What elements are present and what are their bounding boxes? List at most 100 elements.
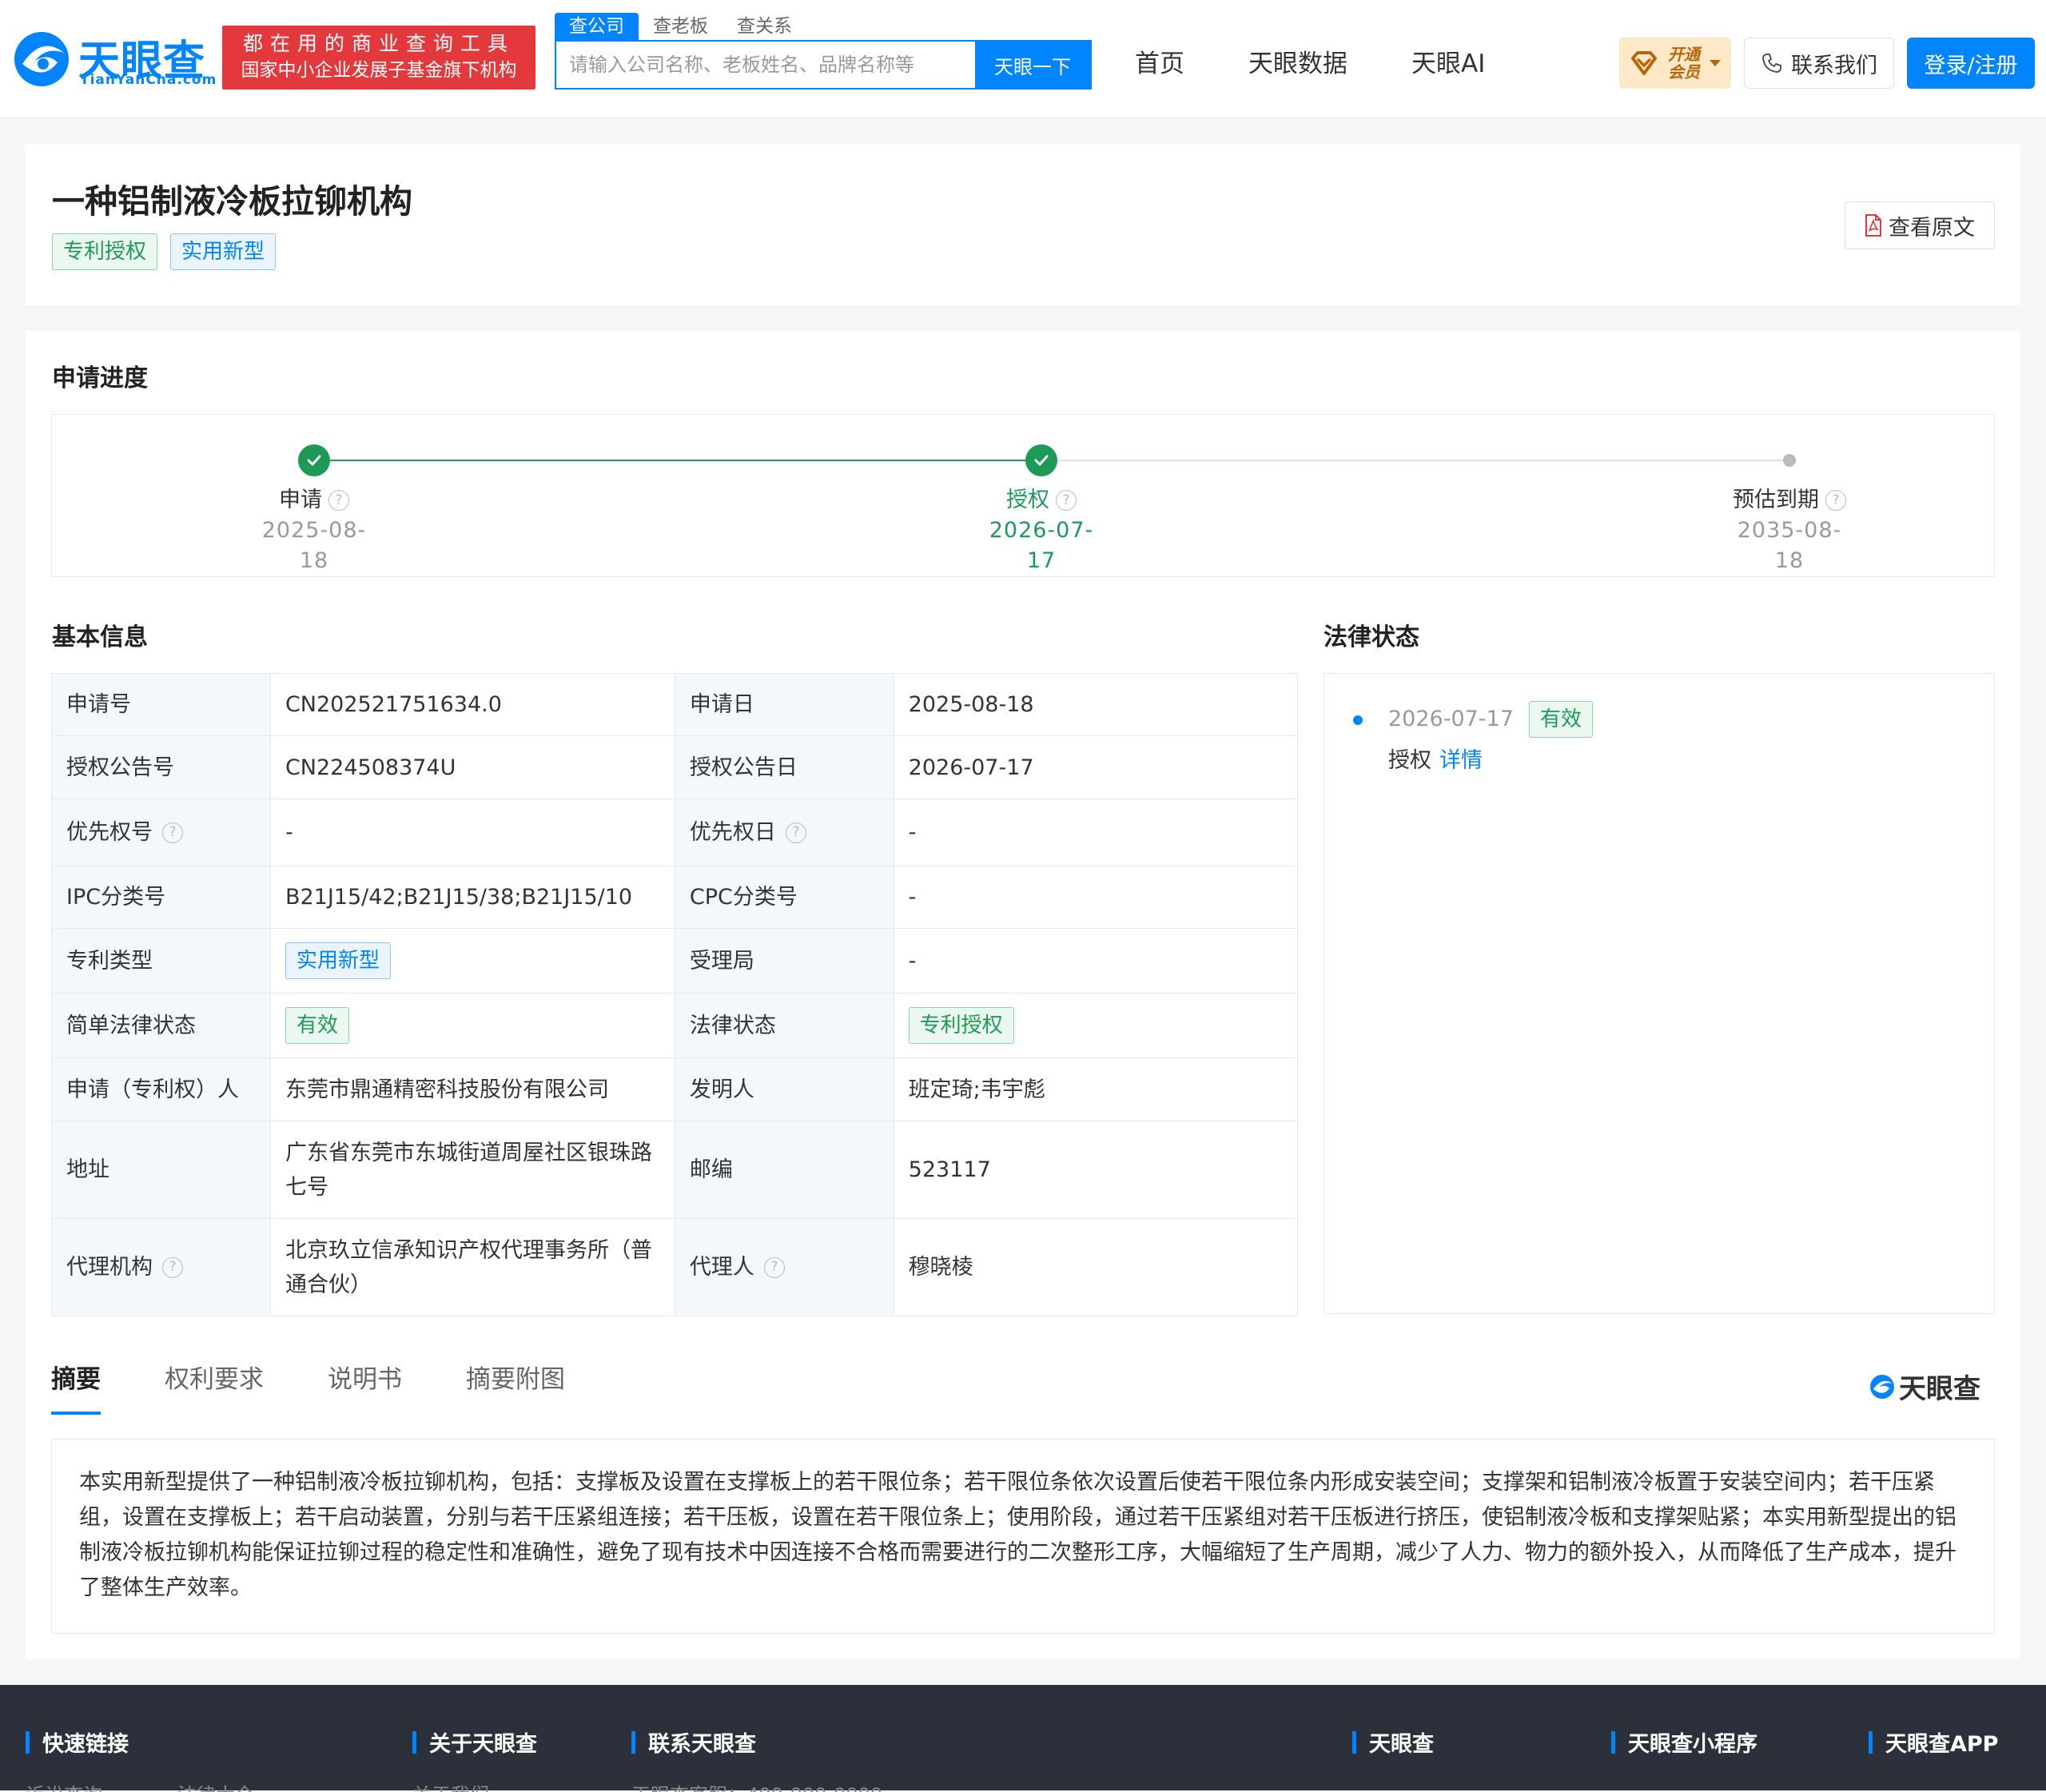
search-type-tabs: 查公司 查老板 查关系	[555, 13, 806, 40]
contact-us-button[interactable]: 联系我们	[1744, 38, 1894, 89]
tab-description[interactable]: 说明书	[328, 1362, 402, 1415]
help-icon[interactable]: ?	[162, 1256, 183, 1278]
view-original-button[interactable]: 查看原文	[1845, 201, 1995, 249]
value-agent: 穆晓棱	[893, 1218, 1299, 1316]
step-apply-check-icon	[298, 444, 330, 476]
content-tabs: 摘要 权利要求 说明书 摘要附图	[51, 1362, 565, 1415]
step-expire-dot	[1783, 454, 1796, 467]
value-cpc: -	[893, 866, 1299, 929]
legal-status-section-title: 法律状态	[1324, 623, 1419, 651]
step-apply-name: 申请	[279, 488, 322, 512]
search-tab-relation[interactable]: 查关系	[722, 13, 806, 40]
basic-info-section-title: 基本信息	[52, 623, 148, 651]
status-badge: 有效	[285, 1007, 349, 1044]
site-footer: 快速链接 关于天眼查 联系天眼查 天眼查 天眼查小程序 天眼查APP 诉讼查询 …	[0, 1685, 2046, 1792]
value-priority-no: -	[269, 798, 675, 866]
legal-status-panel: 2026-07-17 有效 授权 详情	[1324, 673, 1995, 1314]
table-row: 代理机构? 北京玖立信承知识产权代理事务所（普通合伙） 代理人? 穆晓棱	[51, 1218, 1299, 1316]
agency-link[interactable]: 北京玖立信承知识产权代理事务所（普通合伙）	[269, 1218, 675, 1316]
label-simple-legal-status: 简单法律状态	[51, 993, 271, 1058]
basic-info-table: 申请号 CN202521751634.0 申请日 2025-08-18 授权公告…	[51, 673, 1299, 1316]
value-application-date: 2025-08-18	[893, 673, 1299, 736]
progress-section-title: 申请进度	[52, 364, 148, 392]
footer-col-contact: 联系天眼查	[631, 1726, 756, 1758]
tab-claims[interactable]: 权利要求	[165, 1362, 264, 1415]
value-inventor: 班定琦;韦宇彪	[893, 1057, 1299, 1121]
help-icon[interactable]: ?	[763, 1256, 785, 1278]
table-row: 专利类型 实用新型 受理局 -	[51, 928, 1299, 994]
label-postcode: 邮编	[674, 1121, 894, 1219]
table-row: IPC分类号 B21J15/42;B21J15/38;B21J15/10 CPC…	[51, 866, 1299, 929]
footer-col-app: 天眼查APP	[1869, 1726, 1998, 1758]
label-priority-date: 优先权日?	[674, 798, 894, 866]
step-grant-check-icon	[1025, 444, 1057, 476]
label-applicant: 申请（专利权）人	[51, 1057, 271, 1121]
table-row: 授权公告号 CN224508374U 授权公告日 2026-07-17	[51, 735, 1299, 799]
patent-tags: 专利授权 实用新型	[52, 233, 277, 270]
progress-line-done	[314, 460, 1041, 461]
value-patent-type: 实用新型	[269, 928, 675, 994]
step-grant-date: 2026-07- 17	[989, 518, 1094, 573]
value-application-no: CN202521751634.0	[269, 673, 675, 736]
tianyancha-logo[interactable]: 天眼查 TianYanCha.com	[11, 29, 216, 90]
label-patent-type: 专利类型	[51, 928, 271, 994]
footer-col-miniprogram: 天眼查小程序	[1611, 1726, 1757, 1758]
step-expire-name: 预估到期	[1733, 488, 1819, 512]
abstract-text: 本实用新型提供了一种铝制液冷板拉铆机构，包括：支撑板及设置在支撑板上的若干限位条…	[51, 1439, 1995, 1634]
search-tab-boss[interactable]: 查老板	[639, 13, 722, 40]
label-application-date: 申请日	[674, 673, 894, 736]
label-legal-status: 法律状态	[674, 993, 894, 1058]
nav-ai[interactable]: 天眼AI	[1411, 42, 1485, 86]
slogan-banner: 都在用的商业查询工具 国家中小企业发展子基金旗下机构	[222, 26, 535, 90]
value-legal-status: 专利授权	[893, 993, 1299, 1058]
value-ipc: B21J15/42;B21J15/38;B21J15/10	[269, 866, 675, 929]
search-bar: 天眼一下	[555, 40, 1092, 90]
vip-label: 开通会员	[1668, 45, 1700, 82]
slogan-line2: 国家中小企业发展子基金旗下机构	[241, 60, 517, 81]
tianyancha-watermark: 天眼查	[1869, 1367, 1980, 1406]
label-address: 地址	[51, 1121, 271, 1219]
logo-eye-icon	[1870, 1374, 1894, 1399]
table-row: 申请号 CN202521751634.0 申请日 2025-08-18	[51, 673, 1299, 736]
tab-abstract-figure[interactable]: 摘要附图	[466, 1362, 565, 1415]
help-icon[interactable]: ?	[328, 490, 349, 511]
login-register-button[interactable]: 登录/注册	[1907, 38, 2035, 89]
step-grant: 授权? 2026-07- 17	[961, 485, 1121, 576]
footer-col-about: 关于天眼查	[412, 1726, 537, 1758]
nav-data[interactable]: 天眼数据	[1248, 42, 1347, 86]
label-cpc: CPC分类号	[674, 866, 894, 929]
tab-abstract[interactable]: 摘要	[51, 1362, 101, 1415]
progress-timeline: 申请? 2025-08- 18 授权? 2026-07- 17 预估到期? 2035…	[51, 414, 1995, 577]
nav-home[interactable]: 首页	[1135, 42, 1184, 86]
legal-event-row: 授权 详情	[1388, 744, 1483, 778]
label-priority-no: 优先权号?	[51, 798, 271, 866]
search-input[interactable]	[556, 42, 975, 88]
help-icon[interactable]: ?	[1825, 490, 1846, 511]
label-inventor: 发明人	[674, 1057, 894, 1121]
applicant-link[interactable]: 东莞市鼎通精密科技股份有限公司	[269, 1057, 675, 1121]
diamond-icon	[1631, 51, 1657, 75]
step-expire: 预估到期? 2035-08- 18	[1710, 485, 1869, 576]
label-agent: 代理人?	[674, 1218, 894, 1316]
phone-icon	[1762, 54, 1781, 73]
legal-detail-link[interactable]: 详情	[1439, 744, 1483, 778]
vip-button[interactable]: 开通会员	[1619, 38, 1731, 89]
help-icon[interactable]: ?	[1056, 490, 1077, 511]
search-button[interactable]: 天眼一下	[975, 42, 1090, 88]
value-address: 广东省东莞市东城街道周屋社区银珠路七号	[269, 1121, 675, 1219]
patent-title: 一种铝制液冷板拉铆机构	[52, 182, 412, 221]
help-icon[interactable]: ?	[162, 822, 183, 843]
label-grant-pub-no: 授权公告号	[51, 735, 271, 799]
timeline-dot	[1353, 715, 1363, 725]
table-row: 申请（专利权）人 东莞市鼎通精密科技股份有限公司 发明人 班定琦;韦宇彪	[51, 1057, 1299, 1121]
table-row: 简单法律状态 有效 法律状态 专利授权	[51, 993, 1299, 1058]
logo-domain: TianYanCha.com	[80, 72, 217, 88]
tag-utility-model: 实用新型	[170, 233, 277, 270]
table-row: 地址 广东省东莞市东城街道周屋社区银珠路七号 邮编 523117	[51, 1121, 1299, 1219]
help-icon[interactable]: ?	[785, 822, 806, 843]
search-tab-company[interactable]: 查公司	[555, 13, 639, 40]
patent-detail-card: 申请进度 申请? 2025-08- 18 授权? 2026-07- 17 预估到期?…	[26, 331, 2020, 1659]
legal-status-date: 2026-07-17	[1388, 707, 1514, 731]
label-receiving-office: 受理局	[674, 928, 894, 994]
legal-status-badge: 专利授权	[908, 1007, 1014, 1044]
